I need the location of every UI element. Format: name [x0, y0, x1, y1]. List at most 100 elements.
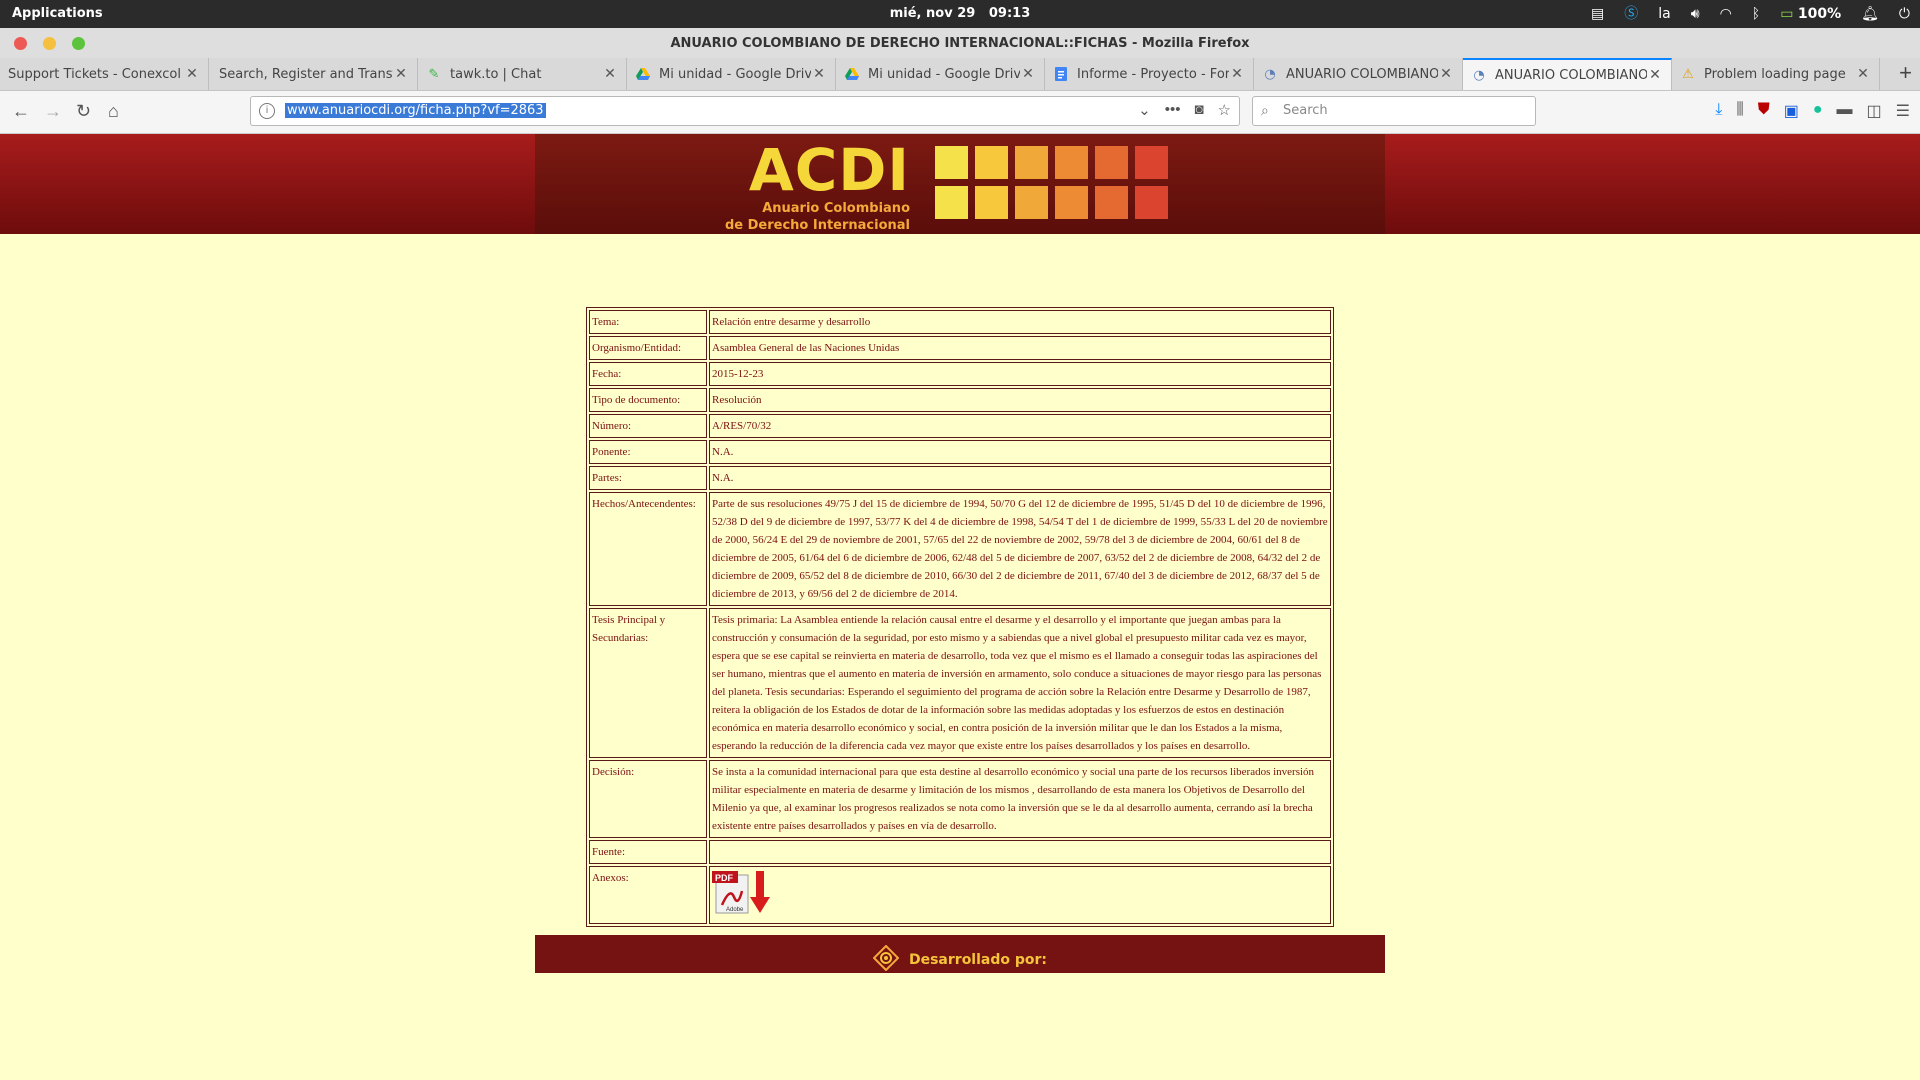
back-button[interactable]: ←	[12, 101, 30, 121]
system-top-bar: Applications mié, nov 29 09:13 ▤ Ⓢ la 🔊︎…	[0, 0, 1920, 28]
close-tab-icon[interactable]: ✕	[1020, 66, 1036, 82]
tab-google-drive-2[interactable]: Mi unidad - Google Drive ✕	[836, 58, 1045, 90]
close-tab-icon[interactable]: ✕	[811, 66, 827, 82]
time-label[interactable]: 09:13	[989, 6, 1030, 21]
logo-square	[1015, 146, 1048, 179]
volume-icon[interactable]: 🔊︎	[1691, 4, 1700, 24]
home-button[interactable]: ⌂	[108, 101, 119, 121]
page-icon: ◔	[1264, 66, 1276, 82]
ficha-row: Fecha: 2015-12-23	[589, 362, 1331, 386]
page-content: ACDI Anuario Colombiano de Derecho Inter…	[0, 134, 1920, 1080]
acdi-logo[interactable]: ACDI Anuario Colombiano de Derecho Inter…	[720, 140, 910, 234]
forward-button[interactable]: →	[44, 101, 62, 121]
tab-informe-proyecto[interactable]: Informe - Proyecto - Formu ✕	[1045, 58, 1254, 90]
ficha-value: Parte de sus resoluciones 49/75 J del 15…	[709, 492, 1331, 606]
url-bar[interactable]: i www.anuariocdi.org/ficha.php?vf=2863 ⌄…	[250, 96, 1240, 126]
tab-label: Mi unidad - Google Drive	[659, 66, 811, 82]
battery-status[interactable]: ▭ 100%	[1780, 4, 1841, 24]
tab-anuario-active[interactable]: ◔ ANUARIO COLOMBIANO D ✕	[1463, 58, 1672, 90]
tab-anuario-1[interactable]: ◔ ANUARIO COLOMBIANO D ✕	[1254, 58, 1463, 90]
tab-label: Informe - Proyecto - Formu	[1077, 66, 1229, 82]
tab-problem-loading[interactable]: ⚠ Problem loading page ✕	[1672, 58, 1880, 90]
window-titlebar: ANUARIO COLOMBIANO DE DERECHO INTERNACIO…	[0, 28, 1920, 59]
ficha-row: Decisión: Se insta a la comunidad interna…	[589, 760, 1331, 838]
pdf-download-link[interactable]: PDF Adobe	[712, 871, 774, 921]
google-drive-icon	[844, 66, 860, 82]
site-info-icon[interactable]: i	[259, 103, 275, 119]
logo-square	[935, 186, 968, 219]
ficha-value: Asamblea General de las Naciones Unidas	[709, 336, 1331, 360]
new-tab-button[interactable]: +	[1899, 62, 1912, 84]
grammarly-icon[interactable]: ●	[1813, 101, 1823, 121]
tab-google-drive-1[interactable]: Mi unidad - Google Drive ✕	[627, 58, 836, 90]
tab-label: ANUARIO COLOMBIANO D	[1286, 66, 1438, 82]
google-forms-icon	[1053, 66, 1069, 82]
bluetooth-icon[interactable]: ᛒ	[1752, 4, 1760, 24]
library-icon[interactable]: ⫼	[1736, 101, 1743, 121]
ficha-value: Tesis primaria: La Asamblea entiende la …	[709, 608, 1331, 758]
keyboard-layout[interactable]: la	[1658, 4, 1670, 24]
ficha-value: Se insta a la comunidad internacional pa…	[709, 760, 1331, 838]
window-title: ANUARIO COLOMBIANO DE DERECHO INTERNACIO…	[670, 36, 1250, 51]
notes-icon[interactable]: ▤	[1591, 4, 1604, 24]
extension-icon[interactable]: ▬	[1837, 101, 1853, 121]
close-tab-icon[interactable]: ✕	[393, 66, 409, 82]
footer-content: Desarrollado por:	[535, 944, 1385, 975]
applications-menu[interactable]: Applications	[12, 6, 103, 21]
search-bar[interactable]: ⌕ Search	[1252, 96, 1536, 126]
notification-bell-icon[interactable]: 🔔︎	[1861, 4, 1879, 24]
tab-label: Support Tickets - Conexcol Clo	[8, 66, 184, 82]
tab-support-tickets[interactable]: Support Tickets - Conexcol Clo ✕	[0, 58, 209, 90]
battery-level: 100%	[1797, 6, 1842, 22]
logo-square	[1095, 186, 1128, 219]
close-tab-icon[interactable]: ✕	[602, 66, 618, 82]
skype-icon[interactable]: Ⓢ	[1624, 4, 1638, 24]
footer-text: Desarrollado por:	[908, 952, 1048, 968]
ficha-row: Organismo/Entidad: Asamblea General de la…	[589, 336, 1331, 360]
bookmark-star-icon[interactable]: ☆	[1218, 101, 1231, 119]
search-input[interactable]: Search	[1283, 103, 1328, 118]
logo-square	[935, 146, 968, 179]
ficha-label: Partes:	[589, 466, 707, 490]
close-tab-icon[interactable]: ✕	[1855, 66, 1871, 82]
download-icon[interactable]: ⤓	[1715, 101, 1722, 121]
logo-square	[1135, 146, 1168, 179]
tab-tawk-chat[interactable]: ✎ tawk.to | Chat ✕	[418, 58, 627, 90]
power-icon[interactable]: ⏻	[1899, 4, 1910, 24]
ficha-value: Relación entre desarme y desarrollo	[709, 310, 1331, 334]
ficha-value: N.A.	[709, 440, 1331, 464]
site-banner: ACDI Anuario Colombiano de Derecho Inter…	[0, 134, 1920, 234]
menu-icon[interactable]: ☰	[1896, 101, 1910, 121]
google-drive-icon	[635, 66, 651, 82]
chevron-down-icon[interactable]: ⌄	[1138, 101, 1151, 119]
ublock-icon[interactable]: ⛊	[1758, 101, 1770, 121]
logo-square	[1095, 146, 1128, 179]
reload-button[interactable]: ↻	[76, 101, 91, 121]
ficha-row: Anexos: PDF Adobe	[589, 866, 1331, 924]
close-tab-icon[interactable]: ✕	[1229, 66, 1245, 82]
battery-icon: ▭	[1780, 6, 1794, 22]
close-tab-icon[interactable]: ✕	[1438, 66, 1454, 82]
ficha-label: Número:	[589, 414, 707, 438]
wifi-icon[interactable]: ◠	[1720, 4, 1732, 24]
ficha-label: Tesis Principal y Secundarias:	[589, 608, 707, 758]
ficha-label: Tipo de documento:	[589, 388, 707, 412]
warning-icon: ⚠	[1682, 66, 1694, 82]
tab-label: Mi unidad - Google Drive	[868, 66, 1020, 82]
ficha-label: Ponente:	[589, 440, 707, 464]
close-tab-icon[interactable]: ✕	[184, 66, 200, 82]
tab-search-register[interactable]: Search, Register and Transfer ✕	[209, 58, 418, 90]
url-bar-actions: ⌄ ••• ◙ ☆	[1138, 101, 1231, 119]
emblem-icon	[872, 944, 900, 975]
ficha-label: Organismo/Entidad:	[589, 336, 707, 360]
ficha-value: Resolución	[709, 388, 1331, 412]
sidebar-icon[interactable]: ◫	[1867, 101, 1882, 121]
ficha-row: Tipo de documento: Resolución	[589, 388, 1331, 412]
url-text[interactable]: www.anuariocdi.org/ficha.php?vf=2863	[285, 103, 546, 118]
pdf-label: PDF	[715, 873, 734, 883]
bitwarden-icon[interactable]: ▣	[1784, 101, 1799, 121]
close-tab-icon[interactable]: ✕	[1647, 67, 1663, 83]
page-actions-icon[interactable]: •••	[1165, 101, 1181, 119]
date-label[interactable]: mié, nov 29	[890, 6, 976, 21]
pocket-icon[interactable]: ◙	[1194, 101, 1203, 119]
